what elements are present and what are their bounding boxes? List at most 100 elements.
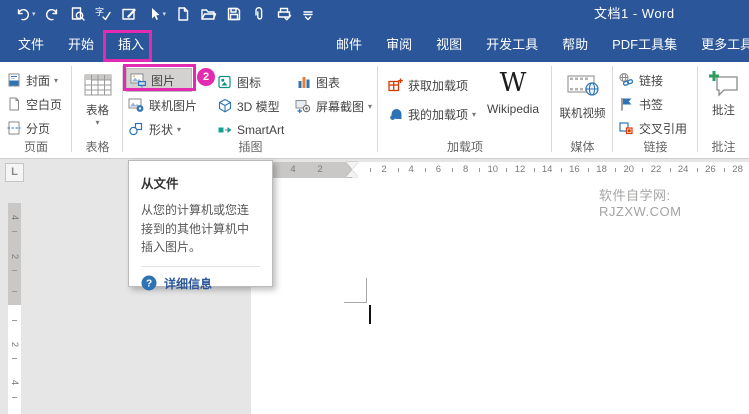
ruler-mark <box>588 168 589 172</box>
svg-text:?: ? <box>146 279 152 290</box>
attachment-icon[interactable] <box>251 6 267 22</box>
tab-mailings[interactable]: 邮件 <box>324 28 374 62</box>
online-pictures-icon <box>128 97 145 113</box>
text-cursor <box>369 305 371 324</box>
new-document-icon[interactable] <box>175 6 191 22</box>
bookmark-button[interactable]: 书签 <box>613 93 698 115</box>
ruler-mark <box>424 168 426 172</box>
title-bar: ▾ 字 ▾ 文档1 - Word <box>0 0 749 28</box>
addins-group: 获取加载项 我的加载项 ▾ W Wikipedia 加载项 <box>378 62 552 158</box>
wikipedia-button[interactable]: W Wikipedia <box>480 66 546 116</box>
step-badge: 2 <box>197 68 215 86</box>
ruler-mark <box>560 168 562 172</box>
cover-page-label: 封面 <box>26 73 51 88</box>
spelling-check-icon[interactable]: 字 <box>95 6 112 22</box>
insert-icons-label: 图标 <box>237 75 262 90</box>
3d-models-button[interactable]: 3D 模型 <box>211 95 290 117</box>
online-pictures-button[interactable]: 联机图片 <box>123 94 211 116</box>
ruler-mark: 18 <box>596 164 607 175</box>
media-group: 联机视频 媒体 <box>552 62 613 158</box>
ruler-mark <box>696 168 698 172</box>
table-button[interactable]: 表格 ▾ <box>72 68 123 127</box>
tab-file[interactable]: 文件 <box>6 28 56 62</box>
new-comment-icon <box>698 67 749 101</box>
first-line-indent-marker[interactable] <box>346 162 358 169</box>
ruler-mark <box>12 358 17 359</box>
quick-print-icon[interactable] <box>276 6 293 22</box>
text-boundary-corner-mark <box>344 302 367 303</box>
tab-stop-selector[interactable]: L <box>5 163 24 182</box>
link-button[interactable]: 链接 <box>613 69 698 91</box>
get-addins-button[interactable]: 获取加载项 <box>382 74 468 96</box>
tell-me-more-label: 详细信息 <box>164 276 213 291</box>
ruler-mark <box>479 168 481 172</box>
ruler-mark: 24 <box>677 164 689 175</box>
cross-reference-label: 交叉引用 <box>639 121 688 136</box>
print-preview-icon[interactable] <box>70 6 86 22</box>
new-comment-button[interactable]: 批注 <box>698 67 749 118</box>
illustrations-group: 2 图片 联机图片 形状 ▾ 图标 3D 模型 SmartArt 图表 屏幕截图… <box>123 62 378 158</box>
cross-reference-button[interactable]: 交叉引用 <box>613 117 698 139</box>
picture-tooltip: 从文件 从您的计算机或您连接到的其他计算机中插入图片。 ? 详细信息 <box>128 160 273 291</box>
illustrations-group-label: 插图 <box>238 140 263 154</box>
hanging-indent-marker[interactable] <box>346 170 358 177</box>
tab-review[interactable]: 审阅 <box>374 28 424 62</box>
ruler-mark: 16 <box>569 164 580 175</box>
text-boundary-corner-mark <box>366 278 367 303</box>
undo-icon[interactable]: ▾ <box>14 6 36 22</box>
edit-mode-icon[interactable] <box>121 6 137 22</box>
online-video-icon <box>552 68 613 102</box>
3d-model-icon <box>216 98 233 114</box>
blank-page-button[interactable]: 空白页 <box>0 93 72 115</box>
new-comment-label: 批注 <box>712 105 735 117</box>
tab-help[interactable]: 帮助 <box>550 28 600 62</box>
customize-toolbar-icon[interactable] <box>302 6 314 22</box>
page-break-label: 分页 <box>26 121 51 136</box>
ribbon: 封面 ▾ 空白页 分页 页面 表格 ▾ 表格 2 图片 联机图片 形状 ▾ 图标… <box>0 62 749 159</box>
link-label: 链接 <box>639 73 664 88</box>
ruler-mark: 26 <box>705 164 716 175</box>
store-icon <box>387 77 404 93</box>
chevron-down-icon: ▾ <box>177 124 182 134</box>
tab-home[interactable]: 开始 <box>56 28 106 62</box>
my-addins-button[interactable]: 我的加载项 ▾ <box>382 103 476 125</box>
tab-view[interactable]: 视图 <box>424 28 474 62</box>
bookmark-label: 书签 <box>639 97 664 112</box>
tab-insert[interactable]: 插入 <box>106 28 156 62</box>
smartart-label: SmartArt <box>237 123 285 137</box>
ruler-mark: 2 <box>9 253 20 260</box>
ruler-mark <box>12 270 17 271</box>
links-group-label: 链接 <box>643 140 668 154</box>
ruler-mark: 12 <box>514 164 526 175</box>
tab-more-tools[interactable]: 更多工具 <box>689 28 749 62</box>
ruler-mark: 6 <box>435 164 442 175</box>
ruler-mark <box>724 168 725 172</box>
document-workspace: L 642246810121416182022242628 4224 软件自学网… <box>0 160 749 414</box>
links-group: 链接 书签 交叉引用 链接 <box>613 62 698 158</box>
cross-reference-icon <box>618 120 635 136</box>
touch-mouse-mode-icon[interactable]: ▾ <box>146 6 166 22</box>
save-icon[interactable] <box>226 6 242 22</box>
ruler-mark: 14 <box>541 164 553 175</box>
screenshot-button[interactable]: 屏幕截图 ▾ <box>290 95 378 117</box>
get-addins-label: 获取加载项 <box>408 78 469 93</box>
shapes-button[interactable]: 形状 ▾ <box>123 118 211 140</box>
insert-icons-button[interactable]: 图标 <box>211 71 290 93</box>
redo-icon[interactable] <box>45 6 61 22</box>
media-group-label: 媒体 <box>570 140 595 154</box>
chart-button[interactable]: 图表 <box>290 71 378 93</box>
bookmark-icon <box>618 96 635 112</box>
picture-button[interactable]: 图片 <box>126 68 192 92</box>
ruler-mark: 4 <box>9 379 20 386</box>
open-icon[interactable] <box>200 6 217 22</box>
tab-pdf-tools[interactable]: PDF工具集 <box>600 28 689 62</box>
cover-page-button[interactable]: 封面 ▾ <box>0 69 72 91</box>
online-video-button[interactable]: 联机视频 <box>552 68 613 121</box>
online-video-label: 联机视频 <box>559 108 606 120</box>
my-addins-label: 我的加载项 <box>408 107 469 122</box>
tooltip-title: 从文件 <box>141 177 179 191</box>
page-break-button[interactable]: 分页 <box>0 117 72 139</box>
tab-developer[interactable]: 开发工具 <box>474 28 550 62</box>
tell-me-more-link[interactable]: ? 详细信息 <box>141 275 260 292</box>
comments-group: 批注 批注 <box>698 62 749 158</box>
